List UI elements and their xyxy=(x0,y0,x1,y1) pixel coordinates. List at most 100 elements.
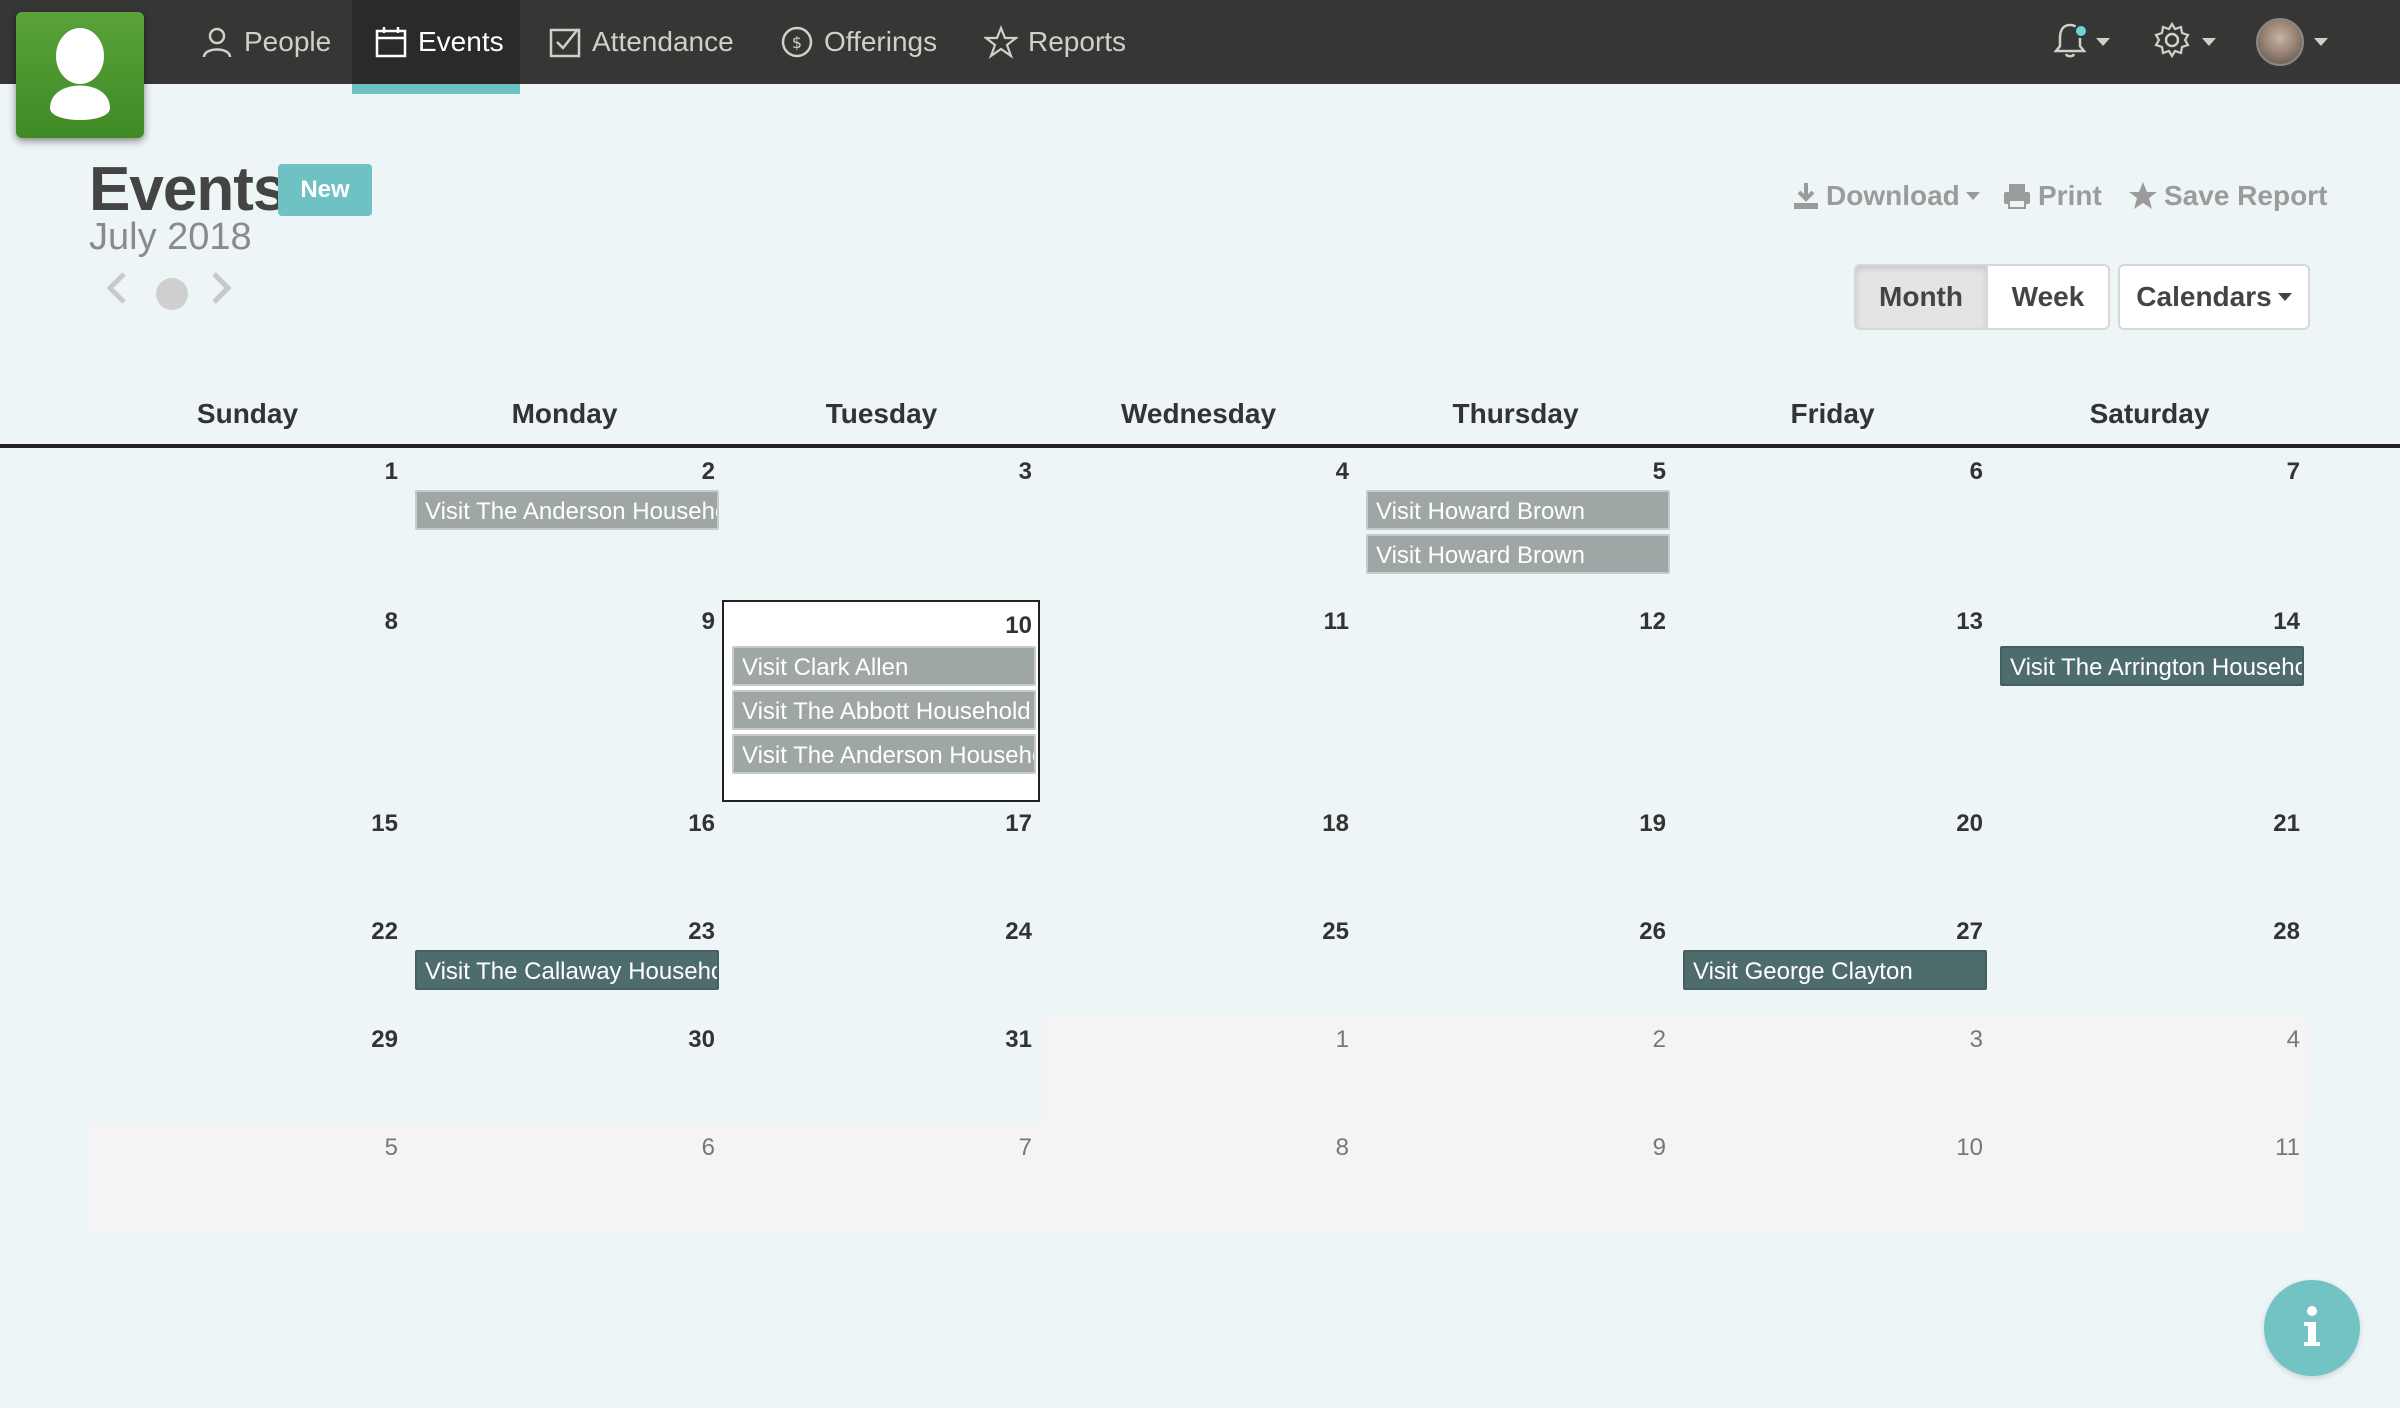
day-number[interactable]: 2 xyxy=(1606,1026,1666,1054)
day-number[interactable]: 13 xyxy=(1923,608,1983,636)
user-menu[interactable] xyxy=(2256,0,2328,84)
download-label: Download xyxy=(1826,180,1960,211)
day-of-week-header: Sunday xyxy=(196,398,299,429)
day-number[interactable]: 11 xyxy=(1289,608,1349,636)
page-title: Events xyxy=(89,155,287,224)
event-item[interactable]: Visit The Abbott Household xyxy=(732,690,1036,730)
day-of-week-header: Wednesday xyxy=(1120,398,1277,429)
day-number[interactable]: 2 xyxy=(655,458,715,486)
day-number[interactable]: 4 xyxy=(1289,458,1349,486)
day-number[interactable]: 15 xyxy=(338,810,398,838)
nav-attendance[interactable]: Attendance xyxy=(548,0,734,84)
settings-menu[interactable] xyxy=(2152,0,2216,84)
day-number[interactable]: 1 xyxy=(338,458,398,486)
day-number[interactable]: 10 xyxy=(972,612,1032,640)
day-number[interactable]: 24 xyxy=(972,918,1032,946)
person-icon xyxy=(200,25,234,59)
day-number[interactable]: 1 xyxy=(1289,1026,1349,1054)
dollar-circle-icon: $ xyxy=(780,25,814,59)
event-item[interactable]: Visit The Anderson Household xyxy=(415,490,719,530)
avatar xyxy=(2256,18,2304,66)
nav-people-label: People xyxy=(244,26,332,57)
chevron-down-icon xyxy=(2202,38,2216,46)
save-report-button[interactable]: Save Report xyxy=(2128,176,2327,216)
svg-text:$: $ xyxy=(792,33,802,52)
chevron-down-icon xyxy=(1965,192,1980,200)
day-number[interactable]: 5 xyxy=(1606,458,1666,486)
day-number[interactable]: 25 xyxy=(1289,918,1349,946)
day-number[interactable]: 20 xyxy=(1923,810,1983,838)
month-view-button[interactable]: Month xyxy=(1854,264,1988,330)
day-number[interactable]: 6 xyxy=(1923,458,1983,486)
chevron-left-icon xyxy=(104,270,130,311)
day-number[interactable]: 29 xyxy=(338,1026,398,1054)
day-number[interactable]: 21 xyxy=(2240,810,2300,838)
day-number[interactable]: 5 xyxy=(338,1134,398,1162)
day-number[interactable]: 23 xyxy=(655,918,715,946)
gear-icon xyxy=(2152,20,2192,65)
day-number[interactable]: 19 xyxy=(1606,810,1666,838)
notifications-menu[interactable] xyxy=(2050,0,2110,84)
nav-events-label: Events xyxy=(418,26,504,57)
event-item[interactable]: Visit The Anderson Household xyxy=(732,734,1036,774)
day-number[interactable]: 16 xyxy=(655,810,715,838)
nav-attendance-label: Attendance xyxy=(592,26,734,57)
week-view-button[interactable]: Week xyxy=(1986,264,2110,330)
day-number[interactable]: 9 xyxy=(1606,1134,1666,1162)
app-logo[interactable] xyxy=(16,12,144,138)
day-number[interactable]: 7 xyxy=(2240,458,2300,486)
day-of-week-header: Saturday xyxy=(2089,398,2210,429)
today-button[interactable] xyxy=(156,278,188,310)
nav-people[interactable]: People xyxy=(196,0,335,84)
next-month-button[interactable] xyxy=(208,270,234,311)
calendars-dropdown[interactable]: Calendars xyxy=(2118,264,2310,330)
event-item[interactable]: Visit Howard Brown xyxy=(1366,490,1670,530)
other-month-area xyxy=(1042,1016,2308,1124)
download-button[interactable]: Download xyxy=(1792,176,1980,216)
day-number[interactable]: 31 xyxy=(972,1026,1032,1054)
day-number[interactable]: 7 xyxy=(972,1134,1032,1162)
event-item[interactable]: Visit George Clayton xyxy=(1683,950,1987,990)
top-navbar: People Events Attendance $ Offerings Rep… xyxy=(0,0,2400,94)
day-number[interactable]: 4 xyxy=(2240,1026,2300,1054)
event-item[interactable]: Visit Howard Brown xyxy=(1366,534,1670,574)
event-item[interactable]: Visit The Arrington Household xyxy=(2000,646,2304,686)
day-number[interactable]: 8 xyxy=(338,608,398,636)
nav-offerings[interactable]: $ Offerings xyxy=(780,0,937,84)
info-icon xyxy=(2300,1304,2324,1353)
nav-reports[interactable]: Reports xyxy=(984,0,1126,84)
day-number[interactable]: 28 xyxy=(2240,918,2300,946)
day-number[interactable]: 18 xyxy=(1289,810,1349,838)
day-number[interactable]: 26 xyxy=(1606,918,1666,946)
checkbox-icon xyxy=(548,25,582,59)
print-button[interactable]: Print xyxy=(2002,176,2102,216)
download-icon xyxy=(1792,181,1820,211)
day-number[interactable]: 9 xyxy=(655,608,715,636)
event-item[interactable]: Visit Clark Allen xyxy=(732,646,1036,686)
day-number[interactable]: 27 xyxy=(1923,918,1983,946)
day-number[interactable]: 17 xyxy=(972,810,1032,838)
chevron-down-icon xyxy=(2277,293,2292,301)
day-number[interactable]: 12 xyxy=(1606,608,1666,636)
day-number[interactable]: 30 xyxy=(655,1026,715,1054)
chevron-down-icon xyxy=(2096,38,2110,46)
info-button[interactable] xyxy=(2264,1280,2360,1376)
day-number[interactable]: 11 xyxy=(2240,1134,2300,1162)
star-icon xyxy=(984,25,1018,59)
day-number[interactable]: 8 xyxy=(1289,1134,1349,1162)
event-item[interactable]: Visit The Callaway Household xyxy=(415,950,719,990)
day-number[interactable]: 3 xyxy=(1923,1026,1983,1054)
day-number[interactable]: 22 xyxy=(338,918,398,946)
nav-events[interactable]: Events xyxy=(352,0,520,94)
new-event-button[interactable]: New xyxy=(278,164,372,216)
day-number[interactable]: 14 xyxy=(2240,608,2300,636)
day-of-week-header: Thursday xyxy=(1452,398,1579,429)
day-number[interactable]: 6 xyxy=(655,1134,715,1162)
printer-icon xyxy=(2002,182,2032,210)
month-label: July 2018 xyxy=(89,216,252,258)
chevron-right-icon xyxy=(208,270,234,311)
day-number[interactable]: 3 xyxy=(972,458,1032,486)
prev-month-button[interactable] xyxy=(104,270,130,311)
calendar-icon xyxy=(374,25,408,59)
day-number[interactable]: 10 xyxy=(1923,1134,1983,1162)
